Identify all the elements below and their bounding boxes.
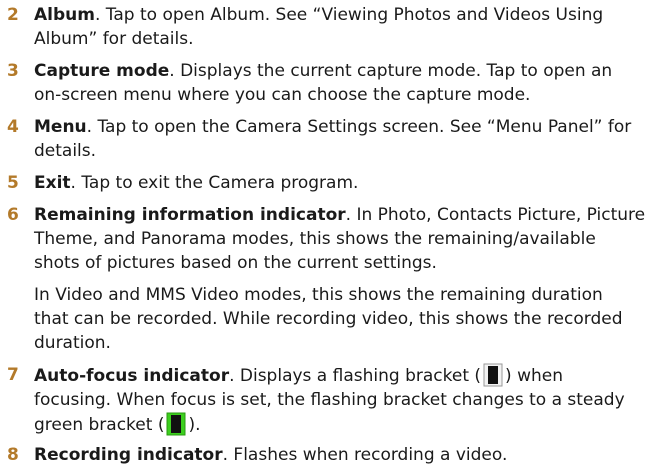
paragraph-line: that can be recorded. While recording vi… xyxy=(34,309,623,329)
steady-bracket-icon xyxy=(166,412,186,436)
item-line: ) when xyxy=(505,366,563,386)
item-number: 8 xyxy=(7,445,19,465)
item-line: . Displays a flashing bracket ( xyxy=(229,366,482,386)
item-term: Recording indicator xyxy=(34,445,223,465)
item-line: details. xyxy=(34,141,97,161)
item-number: 3 xyxy=(7,61,19,81)
item-text: Exit. Tap to exit the Camera program. xyxy=(34,171,654,195)
item-term: Capture mode xyxy=(34,61,170,81)
item-line: Theme, and Panorama modes, this shows th… xyxy=(34,229,596,249)
item-line: . Tap to open Album. See “Viewing Photos… xyxy=(94,5,604,25)
item-term: Album xyxy=(34,5,95,25)
document-page: 2 Album. Tap to open Album. See “Viewing… xyxy=(0,0,657,469)
item-number: 6 xyxy=(7,205,19,225)
item-continuation-paragraph: In Video and MMS Video modes, this shows… xyxy=(34,283,623,355)
item-text: Capture mode. Displays the current captu… xyxy=(34,59,654,107)
item-line: green bracket ( xyxy=(34,415,165,435)
item-line: ). xyxy=(188,415,201,435)
item-line: . In Photo, Contacts Picture, Picture xyxy=(345,205,646,225)
item-number: 4 xyxy=(7,117,19,137)
item-text: Album. Tap to open Album. See “Viewing P… xyxy=(34,3,654,51)
item-line: Album” for details. xyxy=(34,29,194,49)
item-line: . Tap to open the Camera Settings screen… xyxy=(86,117,632,137)
focus-bracket-icon xyxy=(483,363,503,387)
item-term: Menu xyxy=(34,117,87,137)
item-term: Exit xyxy=(34,173,71,193)
item-line: . Tap to exit the Camera program. xyxy=(70,173,359,193)
item-line: shots of pictures based on the current s… xyxy=(34,253,437,273)
item-text: Menu. Tap to open the Camera Settings sc… xyxy=(34,115,654,163)
item-line: . Displays the current capture mode. Tap… xyxy=(169,61,613,81)
item-line: . Flashes when recording a video. xyxy=(222,445,508,465)
item-term: Auto-focus indicator xyxy=(34,366,230,386)
item-line: focusing. When focus is set, the flashin… xyxy=(34,390,625,410)
item-number: 5 xyxy=(7,173,19,193)
item-term: Remaining information indicator xyxy=(34,205,346,225)
item-text: Recording indicator. Flashes when record… xyxy=(34,443,654,467)
item-text: Auto-focus indicator. Displays a flashin… xyxy=(34,363,654,437)
item-line: on-screen menu where you can choose the … xyxy=(34,85,531,105)
item-text: Remaining information indicator. In Phot… xyxy=(34,203,654,275)
paragraph-line: In Video and MMS Video modes, this shows… xyxy=(34,285,603,305)
item-number: 7 xyxy=(7,365,19,385)
item-number: 2 xyxy=(7,5,19,25)
paragraph-line: duration. xyxy=(34,333,111,353)
